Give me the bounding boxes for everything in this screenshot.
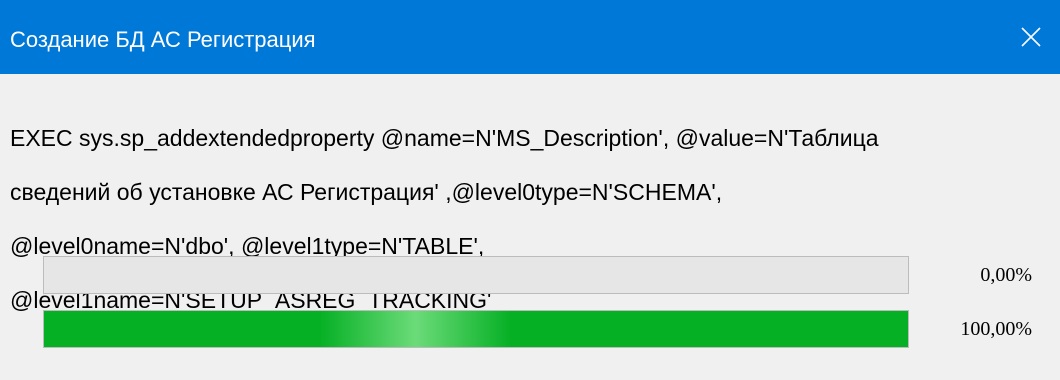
message-line: EXEC sys.sp_addextendedproperty @name=N'… xyxy=(10,125,879,151)
dialog-window: Создание БД АС Регистрация EXEC sys.sp_a… xyxy=(0,0,1060,380)
total-progress-bar xyxy=(43,310,909,348)
message-line: сведений об установке АС Регистрация' ,@… xyxy=(10,179,723,205)
status-message: EXEC sys.sp_addextendedproperty @name=N'… xyxy=(10,98,1040,341)
close-icon xyxy=(1021,27,1041,47)
progress-shine xyxy=(320,311,511,347)
title-bar[interactable]: Создание БД АС Регистрация xyxy=(0,0,1060,74)
window-title: Создание БД АС Регистрация xyxy=(10,27,316,52)
step-progress-label: 0,00% xyxy=(980,264,1032,286)
close-button[interactable] xyxy=(1002,0,1060,74)
step-progress-bar xyxy=(43,256,909,294)
total-progress-label: 100,00% xyxy=(960,318,1032,340)
